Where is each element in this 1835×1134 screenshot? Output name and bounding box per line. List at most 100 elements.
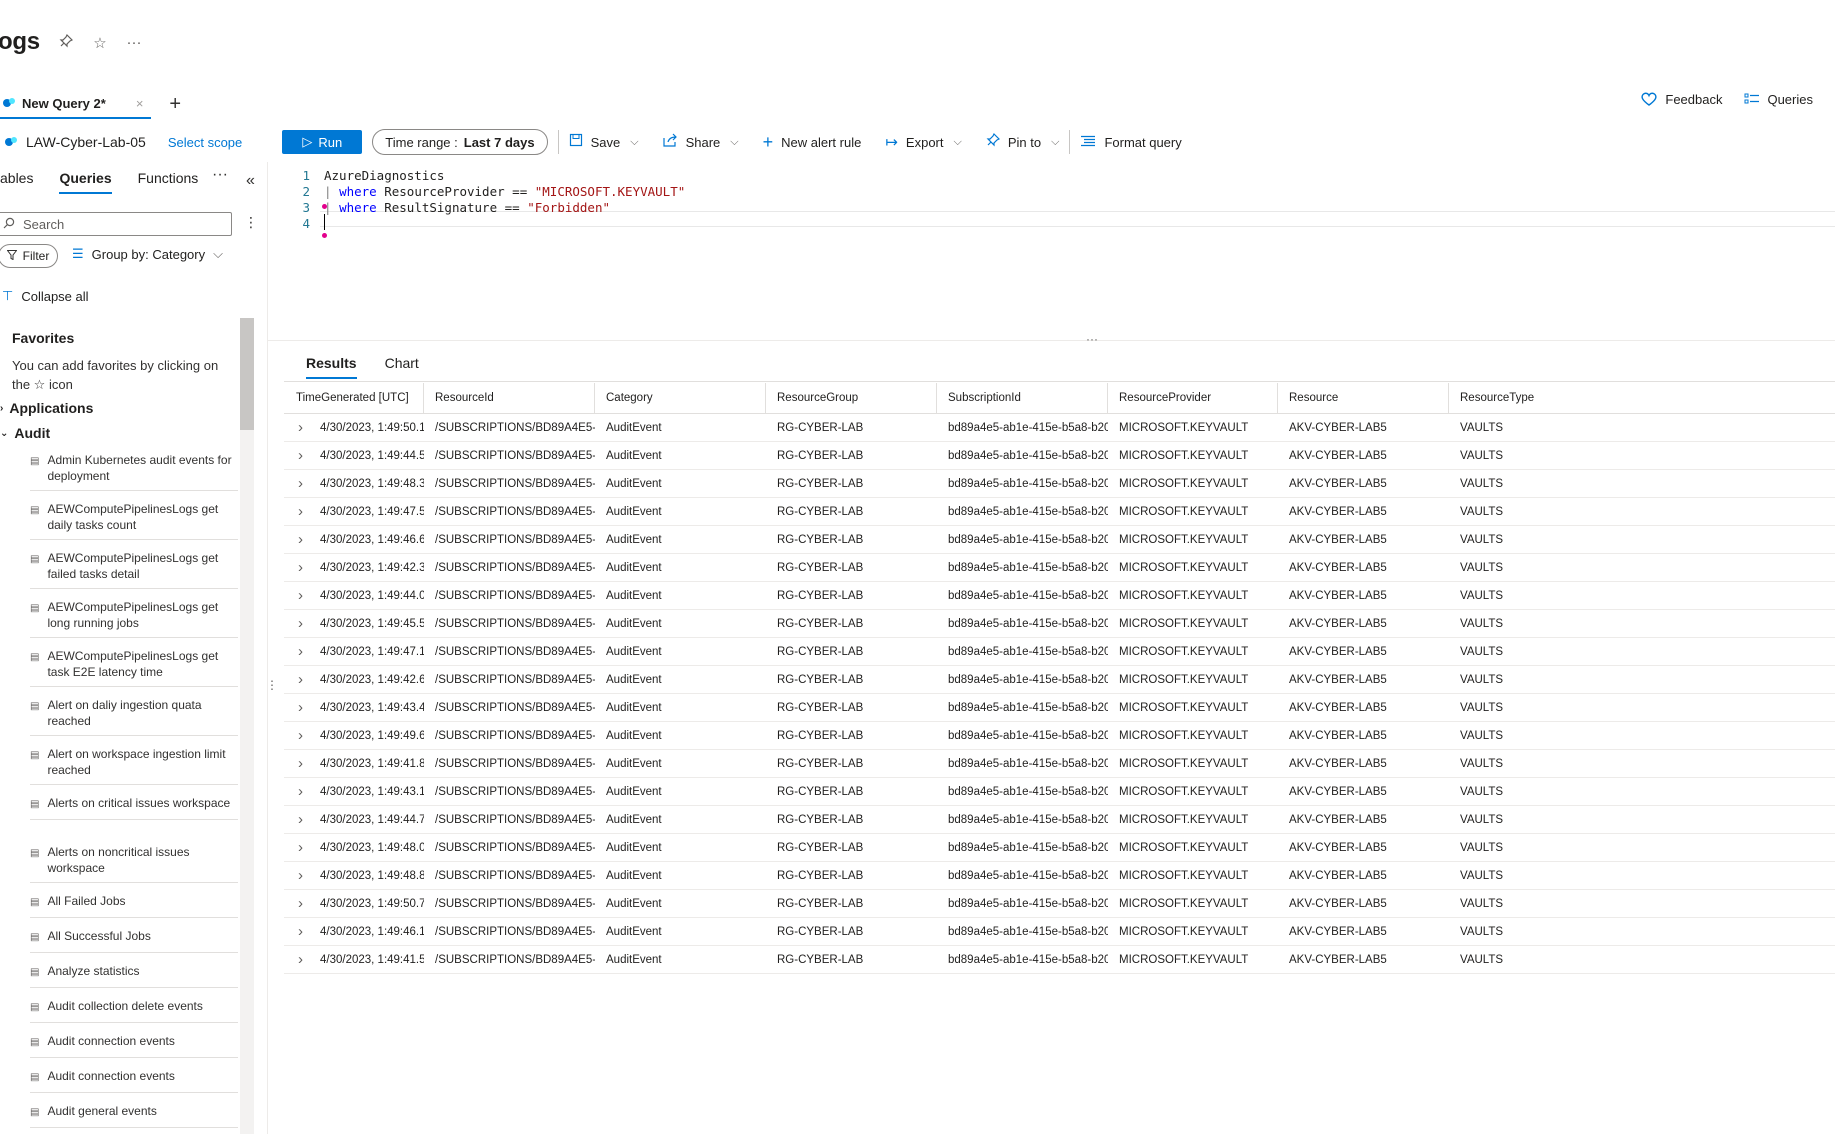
table-row[interactable]: › 4/30/2023, 1:49:44.791 AM/SUBSCRIPTIONS…	[284, 806, 1835, 834]
more-icon[interactable]: ···	[212, 166, 228, 184]
table-row[interactable]: › 4/30/2023, 1:49:41.542 AM/SUBSCRIPTIONS…	[284, 946, 1835, 974]
group-by-dropdown[interactable]: ☰ Group by: Category ⌵	[72, 246, 223, 262]
table-row[interactable]: › 4/30/2023, 1:49:46.183 AM/SUBSCRIPTIONS…	[284, 918, 1835, 946]
more-icon[interactable]: ···	[126, 34, 142, 52]
category-applications[interactable]: › Applications	[0, 400, 93, 416]
tab-chart[interactable]: Chart	[385, 355, 419, 379]
table-row[interactable]: › 4/30/2023, 1:49:48.837 AM/SUBSCRIPTIONS…	[284, 862, 1835, 890]
collapse-panel-icon[interactable]: «	[246, 172, 255, 190]
query-list-item[interactable]: ▤ AEWComputePipelinesLogs get task E2E la…	[30, 648, 238, 687]
table-row[interactable]: › 4/30/2023, 1:49:46.607 AM/SUBSCRIPTIONS…	[284, 526, 1835, 554]
scrollbar-thumb[interactable]	[240, 318, 254, 430]
table-row[interactable]: › 4/30/2023, 1:49:44.033 AM/SUBSCRIPTIONS…	[284, 582, 1835, 610]
query-list-item[interactable]: ▤ Analyze statistics	[30, 963, 238, 988]
expand-row-icon[interactable]: ›	[298, 638, 303, 665]
table-row[interactable]: › 4/30/2023, 1:49:42.384 AM/SUBSCRIPTIONS…	[284, 554, 1835, 582]
close-icon[interactable]: ×	[136, 96, 144, 111]
query-list-item[interactable]: ▤ AEWComputePipelinesLogs get daily tasks…	[30, 501, 238, 540]
column-header[interactable]: Category	[595, 383, 766, 413]
expand-row-icon[interactable]: ›	[298, 498, 303, 525]
time-range-picker[interactable]: Time range : Last 7 days	[372, 129, 548, 155]
table-row[interactable]: › 4/30/2023, 1:49:47.550 AM/SUBSCRIPTIONS…	[284, 498, 1835, 526]
save-button[interactable]: Save ⌵	[569, 133, 639, 151]
feedback-button[interactable]: Feedback	[1640, 91, 1722, 107]
more-vertical-icon[interactable]: ⋮	[244, 214, 258, 231]
table-row[interactable]: › 4/30/2023, 1:49:48.394 AM/SUBSCRIPTIONS…	[284, 470, 1835, 498]
tab-results[interactable]: Results	[306, 355, 357, 379]
pin-to-button[interactable]: Pin to ⌵	[986, 132, 1059, 151]
expand-row-icon[interactable]: ›	[298, 666, 303, 693]
star-icon[interactable]: ☆	[92, 34, 108, 52]
expand-row-icon[interactable]: ›	[298, 694, 303, 721]
expand-row-icon[interactable]: ›	[298, 778, 303, 805]
tab-functions[interactable]: Functions	[138, 170, 199, 194]
query-editor[interactable]: 1 2 3 4 AzureDiagnostics | where Resourc…	[280, 162, 1835, 342]
share-button[interactable]: Share ⌵	[662, 133, 739, 151]
select-scope-link[interactable]: Select scope	[168, 135, 242, 150]
query-list-item[interactable]: ▤ Audit collection delete events	[30, 998, 238, 1023]
column-header[interactable]: ResourceGroup	[766, 383, 937, 413]
query-list-item[interactable]: ▤ Alert on workspace ingestion limit reac…	[30, 746, 238, 785]
column-header[interactable]: Resource	[1278, 383, 1449, 413]
column-header[interactable]: SubscriptionId	[937, 383, 1108, 413]
table-row[interactable]: › 4/30/2023, 1:49:47.108 AM/SUBSCRIPTIONS…	[284, 638, 1835, 666]
query-list-item[interactable]: ▤ Audit connection events	[30, 1033, 238, 1058]
query-list-item[interactable]: ▤ All Failed Jobs	[30, 893, 238, 918]
filter-button[interactable]: Filter	[0, 244, 58, 268]
expand-row-icon[interactable]: ›	[298, 918, 303, 945]
expand-row-icon[interactable]: ›	[298, 442, 303, 469]
expand-row-icon[interactable]: ›	[298, 414, 303, 441]
query-list-item[interactable]: ▤ AEWComputePipelinesLogs get failed task…	[30, 550, 238, 589]
expand-row-icon[interactable]: ›	[298, 834, 303, 861]
panel-splitter-handle[interactable]: ⋮	[266, 678, 278, 692]
editor-splitter-handle[interactable]: ···	[1086, 332, 1098, 346]
table-row[interactable]: › 4/30/2023, 1:49:43.101 AM/SUBSCRIPTIONS…	[284, 778, 1835, 806]
column-header[interactable]: TimeGenerated [UTC]	[284, 383, 424, 413]
new-alert-rule-button[interactable]: + New alert rule	[763, 132, 862, 153]
query-list-item[interactable]: ▤ Alerts on critical issues workspace	[30, 795, 238, 820]
query-list-item[interactable]: ▤ Audit general events	[30, 1103, 238, 1128]
table-row[interactable]: › 4/30/2023, 1:49:42.683 AM/SUBSCRIPTIONS…	[284, 666, 1835, 694]
table-row[interactable]: › 4/30/2023, 1:49:41.860 AM/SUBSCRIPTIONS…	[284, 750, 1835, 778]
table-row[interactable]: › 4/30/2023, 1:49:49.649 AM/SUBSCRIPTIONS…	[284, 722, 1835, 750]
column-header[interactable]: ResourceProvider	[1108, 383, 1278, 413]
expand-row-icon[interactable]: ›	[298, 610, 303, 637]
collapse-all-button[interactable]: ⊤ Collapse all	[2, 288, 89, 304]
expand-row-icon[interactable]: ›	[298, 526, 303, 553]
query-list-item[interactable]: ▤ Admin Kubernetes audit events for deplo…	[30, 452, 238, 491]
format-query-button[interactable]: Format query	[1080, 134, 1182, 151]
table-row[interactable]: › 4/30/2023, 1:49:48.076 AM/SUBSCRIPTIONS…	[284, 834, 1835, 862]
table-row[interactable]: › 4/30/2023, 1:49:50.792 AM/SUBSCRIPTIONS…	[284, 890, 1835, 918]
tab-new-query-2[interactable]: New Query 2* ×	[0, 89, 152, 119]
query-list-item[interactable]: ▤ Alert on daliy ingestion quata reached	[30, 697, 238, 736]
table-row[interactable]: › 4/30/2023, 1:49:50.173 AM/SUBSCRIPTIONS…	[284, 414, 1835, 442]
query-list-item[interactable]: ▤ Audit connection events	[30, 1068, 238, 1093]
query-list-item[interactable]: ▤ Alerts on noncritical issues workspace	[30, 844, 238, 883]
queries-button[interactable]: Queries	[1744, 92, 1813, 107]
column-header[interactable]: ResourceType	[1449, 383, 1639, 413]
tab-tables[interactable]: ables	[0, 170, 33, 194]
expand-row-icon[interactable]: ›	[298, 722, 303, 749]
table-row[interactable]: › 4/30/2023, 1:49:43.477 AM/SUBSCRIPTIONS…	[284, 694, 1835, 722]
export-button[interactable]: ↦ Export ⌵	[885, 133, 962, 151]
column-header[interactable]: ResourceId	[424, 383, 595, 413]
search-input[interactable]: Search	[0, 212, 232, 236]
table-row[interactable]: › 4/30/2023, 1:49:44.537 AM/SUBSCRIPTIONS…	[284, 442, 1835, 470]
expand-row-icon[interactable]: ›	[298, 470, 303, 497]
scrollbar-track[interactable]	[240, 318, 254, 1134]
run-button[interactable]: ▷ Run	[282, 130, 363, 154]
expand-row-icon[interactable]: ›	[298, 582, 303, 609]
table-row[interactable]: › 4/30/2023, 1:49:45.551 AM/SUBSCRIPTIONS…	[284, 610, 1835, 638]
expand-row-icon[interactable]: ›	[298, 554, 303, 581]
expand-row-icon[interactable]: ›	[298, 806, 303, 833]
expand-row-icon[interactable]: ›	[298, 890, 303, 917]
add-tab-button[interactable]: +	[169, 93, 181, 116]
expand-row-icon[interactable]: ›	[298, 946, 303, 973]
expand-row-icon[interactable]: ›	[298, 750, 303, 777]
query-list-item[interactable]: ▤ All Successful Jobs	[30, 928, 238, 953]
query-list-item[interactable]: ▤ AEWComputePipelinesLogs get long runnin…	[30, 599, 238, 638]
category-audit[interactable]: ⌄ Audit	[0, 425, 50, 441]
tab-queries[interactable]: Queries	[59, 170, 112, 194]
expand-row-icon[interactable]: ›	[298, 862, 303, 889]
pin-icon[interactable]	[58, 33, 74, 52]
